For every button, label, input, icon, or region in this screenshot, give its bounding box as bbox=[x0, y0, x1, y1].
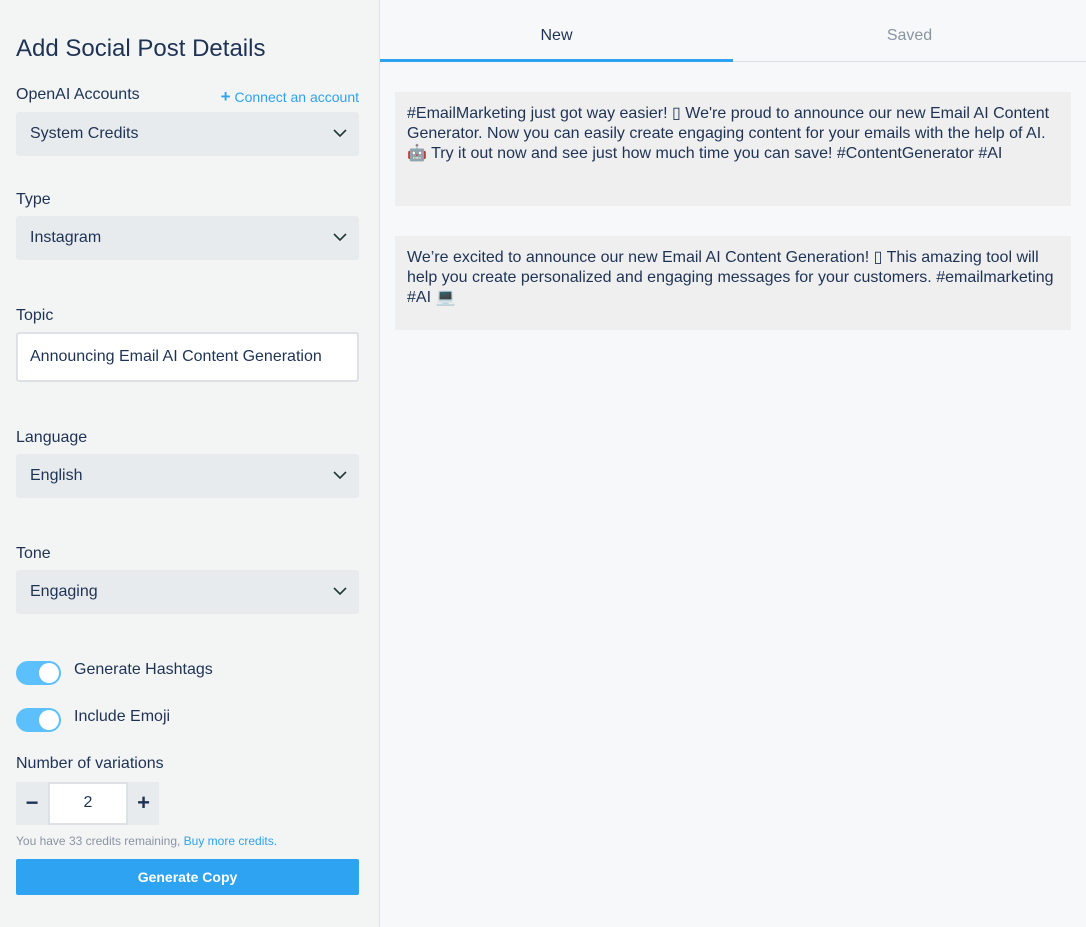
tab-saved[interactable]: Saved bbox=[733, 0, 1086, 62]
sidebar: Add Social Post Details OpenAI Accounts … bbox=[0, 0, 380, 927]
generate-copy-button[interactable]: Generate Copy bbox=[16, 859, 359, 895]
hashtags-toggle[interactable] bbox=[16, 661, 61, 685]
buy-credits-link[interactable]: Buy more credits. bbox=[184, 834, 277, 848]
type-value: Instagram bbox=[30, 229, 102, 246]
language-value: English bbox=[30, 467, 83, 484]
chevron-down-icon bbox=[333, 471, 347, 480]
credits-text: You have 33 credits remaining, Buy more … bbox=[16, 834, 277, 848]
tone-value: Engaging bbox=[30, 583, 98, 600]
tab-bar: New Saved bbox=[380, 0, 1086, 62]
credits-remaining: You have 33 credits remaining, bbox=[16, 834, 181, 848]
language-label: Language bbox=[16, 429, 88, 446]
chevron-down-icon bbox=[333, 233, 347, 242]
type-select[interactable]: Instagram bbox=[16, 216, 359, 260]
type-label: Type bbox=[16, 191, 51, 208]
plus-icon: + bbox=[220, 87, 231, 106]
chevron-down-icon bbox=[333, 587, 347, 596]
accounts-select[interactable]: System Credits bbox=[16, 112, 359, 156]
tab-new[interactable]: New bbox=[380, 0, 733, 62]
tone-label: Tone bbox=[16, 545, 51, 562]
decrement-button[interactable]: − bbox=[16, 782, 48, 825]
hashtags-label: Generate Hashtags bbox=[74, 661, 213, 678]
increment-button[interactable]: + bbox=[128, 782, 159, 825]
language-select[interactable]: English bbox=[16, 454, 359, 498]
chevron-down-icon bbox=[333, 129, 347, 138]
variations-label: Number of variations bbox=[16, 755, 164, 772]
page-title: Add Social Post Details bbox=[16, 35, 266, 62]
result-card[interactable]: We’re excited to announce our new Email … bbox=[395, 236, 1071, 330]
variations-input[interactable]: 2 bbox=[48, 782, 128, 825]
emoji-toggle[interactable] bbox=[16, 708, 61, 732]
tone-select[interactable]: Engaging bbox=[16, 570, 359, 614]
accounts-label: OpenAI Accounts bbox=[16, 86, 140, 103]
topic-input[interactable]: Announcing Email AI Content Generation bbox=[16, 332, 359, 382]
connect-account-label: Connect an account bbox=[234, 89, 359, 105]
connect-account-link[interactable]: + Connect an account bbox=[221, 87, 359, 107]
emoji-label: Include Emoji bbox=[74, 708, 171, 725]
accounts-value: System Credits bbox=[30, 125, 139, 142]
topic-label: Topic bbox=[16, 307, 54, 324]
result-card[interactable]: #EmailMarketing just got way easier! ▯ W… bbox=[395, 92, 1071, 206]
